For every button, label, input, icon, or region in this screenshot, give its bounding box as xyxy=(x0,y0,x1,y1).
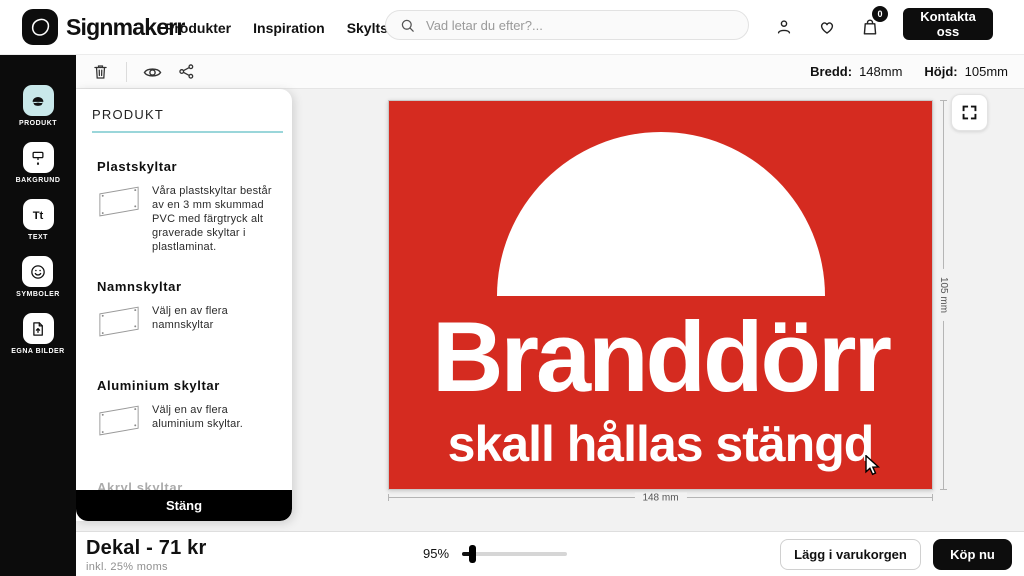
mouse-cursor-icon xyxy=(864,455,882,476)
pebble-logo-icon xyxy=(22,9,58,45)
paintbrush-icon xyxy=(23,142,54,173)
wishlist-heart-icon[interactable] xyxy=(817,17,837,37)
sign-plate-thumbnail-icon xyxy=(97,184,141,221)
trash-icon[interactable] xyxy=(91,62,111,82)
preview-eye-icon[interactable] xyxy=(142,62,162,82)
size-readout: Bredd: 148mm Höjd: 105mm xyxy=(810,64,1008,79)
vat-note: inkl. 25% moms xyxy=(86,561,206,573)
buy-now-button[interactable]: Köp nu xyxy=(933,539,1012,570)
sign-title-text[interactable]: Branddörr xyxy=(389,307,932,407)
panel-close-button[interactable]: Stäng xyxy=(76,490,292,521)
sidebar-item-symboler[interactable]: SYMBOLER xyxy=(16,256,60,298)
panel-title: PRODUKT xyxy=(92,107,276,122)
nav-produkter[interactable]: Produkter xyxy=(165,20,231,36)
fullscreen-expand-icon[interactable] xyxy=(951,94,988,131)
sign-product-icon xyxy=(23,85,54,116)
product-option-name: Namnskyltar xyxy=(97,279,279,294)
panel-title-underline xyxy=(92,131,283,133)
search-bar[interactable] xyxy=(385,10,749,40)
editor-toolbar: Bredd: 148mm Höjd: 105mm xyxy=(76,55,1024,89)
toolbar-divider xyxy=(126,62,127,82)
text-Tt-icon: Tt xyxy=(23,199,54,230)
site-header: Signmakerr Produkter Inspiration Skyltst… xyxy=(0,0,1024,55)
sidebar-label: SYMBOLER xyxy=(16,291,60,298)
smiley-icon xyxy=(22,256,53,287)
width-value: 148mm xyxy=(859,64,902,79)
product-option-description: Välj en av flera namnskyltar xyxy=(152,304,279,332)
sidebar-item-produkt[interactable]: PRODUKT xyxy=(19,85,57,127)
product-option-description: Våra plastskyltar består av en 3 mm skum… xyxy=(152,184,279,254)
height-value: 105mm xyxy=(965,64,1008,79)
sign-subtitle-text[interactable]: skall hållas stängd xyxy=(389,417,932,471)
sign-plate-thumbnail-icon xyxy=(97,304,141,341)
sidebar-label: TEXT xyxy=(28,234,48,241)
zoom-level-value: 95% xyxy=(423,546,449,561)
sidebar-item-bakgrund[interactable]: BAKGRUND xyxy=(16,142,61,184)
height-dimension-line: 105 mm xyxy=(943,100,944,490)
brand[interactable]: Signmakerr xyxy=(22,9,185,45)
zoom-slider[interactable] xyxy=(462,552,567,556)
product-option-name: Aluminium skyltar xyxy=(97,378,279,393)
cart-count-badge: 0 xyxy=(872,6,888,22)
sidebar-item-egna-bilder[interactable]: EGNA BILDER xyxy=(11,313,64,355)
product-price: Dekal - 71 kr xyxy=(86,537,206,560)
editor-sidebar: PRODUKT BAKGRUND Tt TEXT SY xyxy=(0,55,76,576)
width-dimension-line: 148 mm xyxy=(388,497,933,498)
height-label: Höjd: xyxy=(924,64,957,79)
sign-artboard[interactable]: Branddörr skall hållas stängd xyxy=(388,100,933,490)
search-input[interactable] xyxy=(424,17,735,34)
upload-image-icon xyxy=(23,313,54,344)
zoom-slider-handle[interactable] xyxy=(469,545,476,563)
contact-button[interactable]: Kontakta oss xyxy=(903,8,993,40)
product-panel: PRODUKT Plastskyltar Våra plastskyltar b… xyxy=(76,89,292,521)
checkout-bar: Dekal - 71 kr inkl. 25% moms 95% Lägg i … xyxy=(76,531,1024,576)
sidebar-label: BAKGRUND xyxy=(16,177,61,184)
width-dimension-label: 148 mm xyxy=(634,492,686,503)
sidebar-label: PRODUKT xyxy=(19,120,57,127)
sidebar-item-text[interactable]: Tt TEXT xyxy=(23,199,54,241)
product-option-plastskyltar[interactable]: Plastskyltar Våra plastskyltar består av… xyxy=(97,159,279,254)
sidebar-label: EGNA BILDER xyxy=(11,348,64,355)
sign-plate-thumbnail-icon xyxy=(97,403,141,440)
height-dimension-label: 105 mm xyxy=(938,269,949,321)
sign-dome-shape[interactable] xyxy=(497,132,825,296)
account-icon[interactable] xyxy=(774,17,794,37)
search-icon xyxy=(399,17,416,34)
share-icon[interactable] xyxy=(177,62,197,82)
product-option-description: Välj en av flera aluminium skyltar. xyxy=(152,403,279,431)
product-option-namnskyltar[interactable]: Namnskyltar Välj en av flera namnskyltar xyxy=(97,279,279,341)
nav-inspiration[interactable]: Inspiration xyxy=(253,20,325,36)
svg-text:Tt: Tt xyxy=(33,209,44,221)
width-label: Bredd: xyxy=(810,64,852,79)
add-to-cart-button[interactable]: Lägg i varukorgen xyxy=(780,539,921,570)
product-option-name: Plastskyltar xyxy=(97,159,279,174)
product-option-aluminium-skyltar[interactable]: Aluminium skyltar Välj en av flera alumi… xyxy=(97,378,279,440)
